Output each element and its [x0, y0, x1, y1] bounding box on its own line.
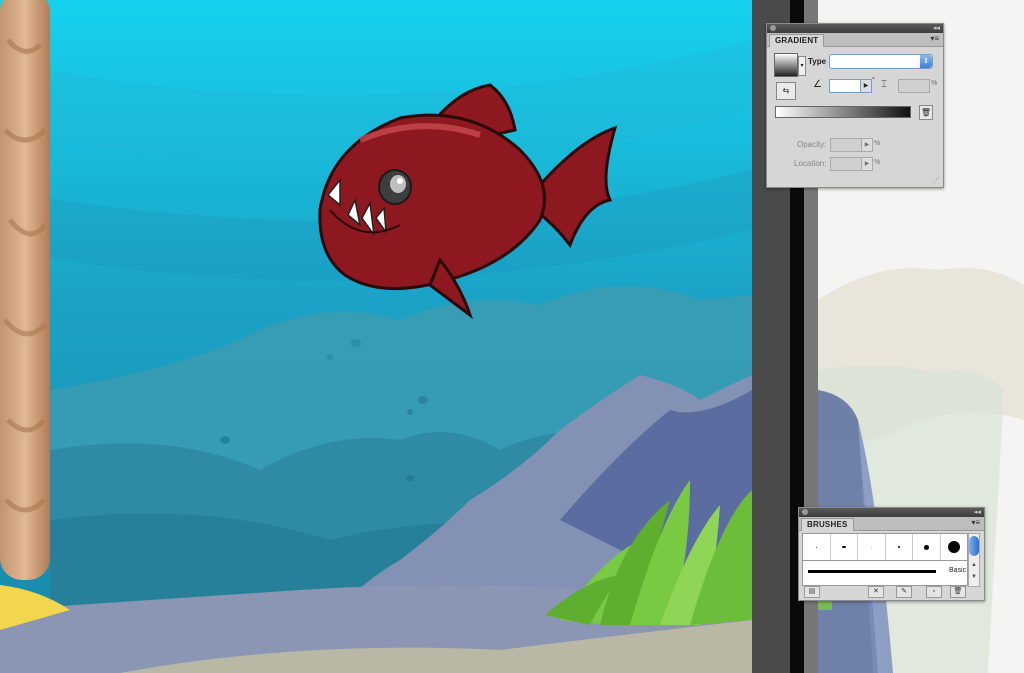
angle-icon: ∠ [813, 79, 822, 90]
aspect-unit: % [931, 80, 938, 87]
basic-brush-row[interactable]: Basic [802, 560, 968, 586]
basic-brush-stroke [808, 570, 936, 573]
brushes-footer: ▤ ✕ ✎ ▫ 🗑 [802, 586, 978, 598]
angle-dropdown-arrow-icon[interactable]: ▶ [860, 79, 872, 93]
chevron-updown-icon[interactable]: ⇕ [920, 55, 932, 68]
gradient-slider-ramp[interactable] [775, 106, 911, 118]
panel-tabbar: BRUSHES ▾≡ [799, 517, 984, 531]
brush-tip[interactable] [913, 534, 941, 560]
delete-stop-icon[interactable]: 🗑 [919, 105, 933, 120]
artboard-canvas[interactable] [0, 0, 752, 673]
type-label: Type [808, 57, 827, 66]
brush-tip[interactable] [831, 534, 858, 560]
brushes-scrollbar[interactable]: ▲ ▼ [968, 533, 980, 587]
location-dropdown-arrow-icon[interactable]: ▶ [861, 157, 873, 171]
degree-symbol: ° [872, 77, 875, 84]
brush-dot-icon [947, 541, 960, 553]
bubble [326, 354, 334, 360]
brush-dot-icon [841, 546, 846, 548]
resize-grip-icon[interactable]: ⋰ [933, 176, 940, 184]
brushes-panel[interactable]: ◂◂ BRUSHES ▾≡ ▲ ▼ Basic ▤ ✕ ✎ ▫ 🗑 [798, 507, 985, 601]
underwater-illustration [0, 0, 752, 673]
brush-tip[interactable] [941, 534, 968, 560]
location-input[interactable] [830, 157, 862, 171]
panel-menu-icon[interactable]: ▾≡ [930, 34, 939, 43]
reverse-gradient-button[interactable]: ⇆ [776, 82, 796, 100]
scroll-down-icon[interactable]: ▼ [969, 574, 979, 580]
tab-gradient-label: GRADIENT [775, 36, 819, 45]
collapse-arrows-icon[interactable]: ◂◂ [974, 508, 981, 517]
location-label: Location: [794, 159, 827, 168]
brush-tips-row [802, 533, 968, 561]
panel-tabbar: GRADIENT ▾≡ [767, 33, 943, 47]
aspect-ratio-input[interactable] [898, 79, 930, 93]
opacity-dropdown-arrow-icon[interactable]: ▶ [861, 138, 873, 152]
aspect-ratio-icon: ⌶ [881, 79, 887, 90]
brush-dot-icon [815, 546, 817, 548]
wooden-post [0, 0, 50, 580]
options-of-selected-object-icon[interactable]: ✎ [896, 586, 912, 598]
bubble [418, 396, 428, 404]
brush-dot-icon [870, 546, 872, 548]
scroll-thumb[interactable] [969, 536, 979, 556]
brush-tip[interactable] [886, 534, 913, 560]
gradient-swatch[interactable] [774, 53, 798, 77]
close-icon[interactable] [802, 509, 808, 515]
chevron-down-icon[interactable]: ▾ [798, 56, 806, 76]
location-unit: % [874, 159, 881, 166]
tab-brushes[interactable]: BRUSHES [801, 518, 854, 531]
tab-brushes-label: BRUSHES [807, 520, 848, 529]
angle-input[interactable] [829, 79, 861, 93]
close-icon[interactable] [770, 25, 776, 31]
basic-brush-label: Basic [949, 567, 967, 574]
delete-brush-icon[interactable]: 🗑 [950, 586, 966, 598]
gradient-panel[interactable]: ◂◂ GRADIENT ▾≡ ▾ Type ⇕ ⇆ ∠ ▶ ° ⌶ % 🗑 Op… [766, 23, 944, 188]
brush-libraries-icon[interactable]: ▤ [804, 586, 820, 598]
type-select[interactable]: ⇕ [829, 54, 933, 69]
panel-menu-icon[interactable]: ▾≡ [971, 518, 980, 527]
tab-gradient[interactable]: GRADIENT [769, 34, 825, 47]
scroll-up-icon[interactable]: ▲ [969, 562, 979, 568]
panel-titlebar[interactable]: ◂◂ [799, 508, 984, 517]
collapse-arrows-icon[interactable]: ◂◂ [933, 24, 940, 33]
brush-tip[interactable] [803, 534, 831, 560]
brush-dot-icon [897, 546, 900, 548]
new-brush-icon[interactable]: ▫ [926, 586, 942, 598]
opacity-unit: % [874, 140, 881, 147]
brush-tip[interactable] [858, 534, 886, 560]
bubble [220, 436, 230, 444]
brush-dot-icon [923, 544, 929, 550]
bubble [406, 475, 414, 481]
opacity-input[interactable] [830, 138, 862, 152]
opacity-label: Opacity: [797, 140, 827, 149]
bubble [407, 409, 413, 415]
bubble [351, 339, 361, 347]
remove-brush-stroke-icon[interactable]: ✕ [868, 586, 884, 598]
panel-titlebar[interactable]: ◂◂ [767, 24, 943, 33]
